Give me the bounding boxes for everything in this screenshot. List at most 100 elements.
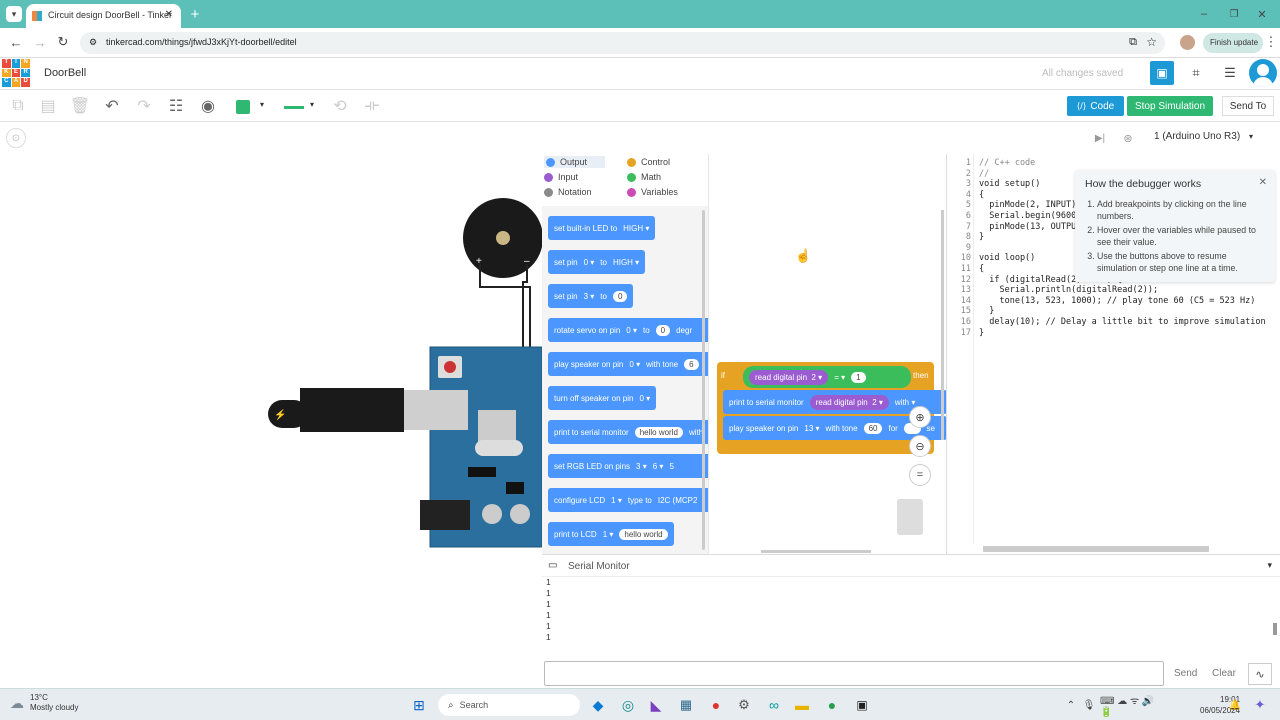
wire-type-picker[interactable] <box>284 106 304 109</box>
category-control[interactable]: Control <box>627 157 670 167</box>
condition-block[interactable]: read digital pin 2 ▾ = ▾ 1 <box>743 366 911 388</box>
new-tab-icon[interactable]: + <box>187 6 203 23</box>
line-number[interactable]: 13 <box>951 285 971 296</box>
line-number[interactable]: 2 <box>951 169 971 180</box>
stop-simulation-button[interactable]: Stop Simulation <box>1127 96 1213 116</box>
visual-studio-icon[interactable]: ◣ <box>646 695 666 715</box>
copy-icon[interactable]: ⧉ <box>6 94 30 118</box>
block-dropdown[interactable]: 1 ▾ <box>611 496 622 505</box>
url-field[interactable]: ⚙ tinkercad.com/things/jfwdJ3xKjYt-doorb… <box>80 32 1165 54</box>
line-number[interactable]: 7 <box>951 222 971 233</box>
block-dropdown[interactable]: I2C (MCP2 <box>658 496 698 505</box>
block-input[interactable]: 6 <box>684 358 699 370</box>
circuit-view-button[interactable]: ▣ <box>1150 61 1174 85</box>
block-dropdown[interactable]: 3 ▾ <box>584 292 595 301</box>
zoom-reset-icon[interactable]: = <box>909 464 931 486</box>
read-digital-block[interactable]: read digital pin 2 ▾ <box>749 369 829 385</box>
block-input[interactable]: hello world <box>634 426 683 438</box>
serial-input-field[interactable] <box>544 661 1164 686</box>
block-set-rgb-led[interactable]: set RGB LED on pins 3 ▾ 6 ▾ 5 <box>548 454 708 478</box>
line-number[interactable]: 5 <box>951 200 971 211</box>
code-line[interactable]: Serial.println(digitalRead(2)); <box>979 285 1279 296</box>
block-input[interactable]: 0 <box>612 290 628 302</box>
minimize-icon[interactable]: – <box>1196 6 1212 22</box>
line-number[interactable]: 14 <box>951 296 971 307</box>
block-input[interactable]: 0 <box>655 324 671 336</box>
arduino-icon[interactable]: ∞ <box>764 695 784 715</box>
flip-icon[interactable]: ⟛ <box>360 94 384 118</box>
category-variables[interactable]: Variables <box>627 187 678 197</box>
circuit-canvas[interactable]: ⊙ + – ⚡ <box>0 122 542 688</box>
weather-widget[interactable]: ☁ 13°C Mostly cloudy <box>10 693 78 713</box>
browser-tab[interactable]: Circuit design DoorBell - Tinker ✕ <box>26 4 181 28</box>
tooltip-close-icon[interactable]: ✕ <box>1259 177 1267 188</box>
category-math[interactable]: Math <box>627 172 661 182</box>
block-dropdown[interactable]: 0 ▾ <box>626 326 637 335</box>
edge-icon[interactable]: ◎ <box>618 695 638 715</box>
line-number[interactable]: 6 <box>951 211 971 222</box>
install-icon[interactable]: ⧉ <box>1129 36 1137 49</box>
vscode-icon[interactable]: ◆ <box>588 695 608 715</box>
chrome-active-icon[interactable]: ● <box>822 695 842 715</box>
taskbar-search[interactable]: ⌕ Search <box>438 694 580 716</box>
line-number[interactable]: 10 <box>951 253 971 264</box>
block-dropdown[interactable]: 6 ▾ <box>653 462 664 471</box>
schematic-view-icon[interactable]: ⌗ <box>1184 61 1208 85</box>
block-workspace[interactable]: ☝ if read digital pin 2 ▾ = ▾ 1 then pri… <box>708 154 947 554</box>
compare-value-input[interactable]: 1 <box>851 371 866 383</box>
block-dropdown[interactable]: 13 ▾ <box>804 424 819 433</box>
line-number[interactable]: 8 <box>951 232 971 243</box>
line-number[interactable]: 9 <box>951 243 971 254</box>
block-dropdown[interactable]: 3 ▾ <box>636 462 647 471</box>
if-block[interactable]: if read digital pin 2 ▾ = ▾ 1 then print… <box>717 362 947 454</box>
block-print-lcd[interactable]: print to LCD 1 ▾ hello world <box>548 522 674 546</box>
code-line[interactable]: tone(13, 523, 1000); // play tone 60 (C5… <box>979 296 1279 307</box>
app-icon[interactable]: ▦ <box>676 695 696 715</box>
block-dropdown[interactable]: 0 ▾ <box>639 394 650 403</box>
collapse-icon[interactable]: ▾ <box>1267 560 1272 571</box>
note-icon[interactable]: ☷ <box>164 94 188 118</box>
finish-update-button[interactable]: Finish update <box>1203 33 1263 53</box>
redo-icon[interactable]: ↷ <box>132 94 156 118</box>
block-configure-lcd[interactable]: configure LCD 1 ▾ type to I2C (MCP2 <box>548 488 708 512</box>
category-input[interactable]: Input <box>544 172 578 182</box>
code-scrollbar-h[interactable] <box>983 546 1209 552</box>
undo-icon[interactable]: ↶ <box>100 94 124 118</box>
send-button[interactable]: Send <box>1174 668 1197 679</box>
design-title[interactable]: DoorBell <box>44 67 86 79</box>
fit-view-icon[interactable]: ⊙ <box>6 128 26 148</box>
code-line[interactable]: // C++ code <box>979 158 1279 169</box>
component-list-icon[interactable]: ☰ <box>1218 61 1242 85</box>
workspace-scrollbar-v[interactable] <box>941 210 944 440</box>
serial-header[interactable]: ▭ Serial Monitor ▾ <box>542 555 1280 577</box>
line-number[interactable]: 16 <box>951 317 971 328</box>
code-line[interactable]: delay(10); // Delay a little bit to impr… <box>979 317 1279 328</box>
notes-toggle-icon[interactable]: ◉ <box>196 94 220 118</box>
block-play-speaker[interactable]: play speaker on pin 0 ▾ with tone 6 <box>548 352 708 376</box>
user-avatar[interactable] <box>1249 59 1277 87</box>
block-turn-off-speaker[interactable]: turn off speaker on pin 0 ▾ <box>548 386 657 410</box>
delete-icon[interactable]: 🗑 <box>68 94 92 118</box>
category-notation[interactable]: Notation <box>544 187 592 197</box>
board-select[interactable]: 1 (Arduino Uno R3) ▾ <box>1154 131 1253 142</box>
back-icon[interactable]: ← <box>8 34 24 50</box>
trash-icon[interactable] <box>897 499 923 535</box>
maximize-icon[interactable]: ❐ <box>1226 6 1242 22</box>
operator-dropdown[interactable]: = ▾ <box>834 373 845 382</box>
block-set-builtin-led[interactable]: set built-in LED to HIGH ▾ <box>548 216 656 240</box>
tab-close-icon[interactable]: ✕ <box>165 9 173 20</box>
piezo-buzzer[interactable]: + – <box>463 198 542 278</box>
line-number[interactable]: 11 <box>951 264 971 275</box>
forward-icon[interactable]: → <box>32 34 48 50</box>
workspace-scrollbar-h[interactable] <box>761 550 871 553</box>
step-icon[interactable]: ▶| <box>1092 130 1108 146</box>
file-explorer-icon[interactable]: ▬ <box>792 695 812 715</box>
code-button[interactable]: ⟨/⟩ Code <box>1067 96 1124 116</box>
send-to-button[interactable]: Send To <box>1222 96 1274 116</box>
mic-icon[interactable]: 🎙 <box>1082 696 1096 714</box>
color-dropdown-icon[interactable]: ▾ <box>260 100 264 109</box>
tab-search-icon[interactable]: ▾ <box>6 6 22 22</box>
line-number[interactable]: 1 <box>951 158 971 169</box>
profile-avatar[interactable] <box>1180 35 1195 50</box>
block-input[interactable]: hello world <box>619 528 668 540</box>
